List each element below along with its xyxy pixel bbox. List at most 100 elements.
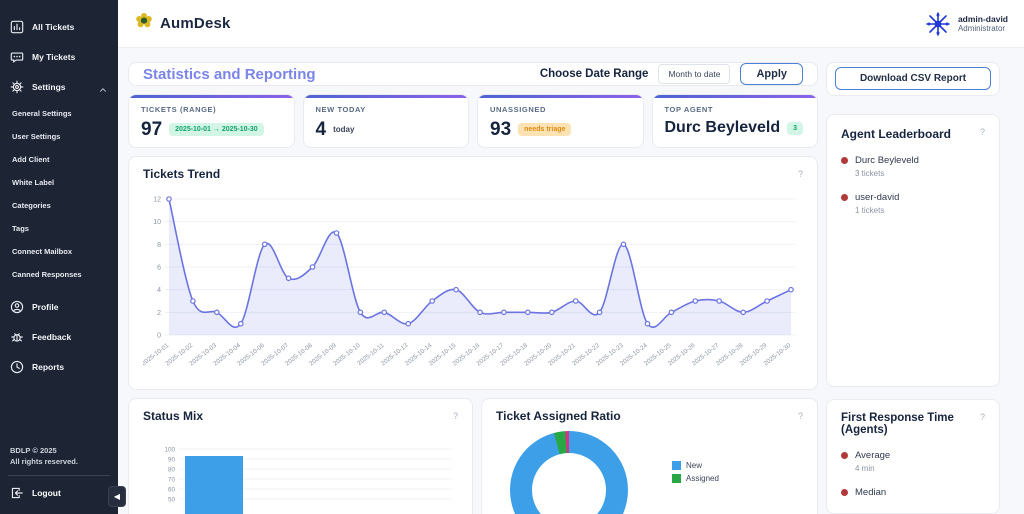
- stat-label: TICKETS (RANGE): [141, 105, 282, 114]
- user-name: admin-david: [958, 14, 1008, 24]
- download-card: Download CSV Report: [826, 62, 1000, 96]
- brand[interactable]: AumDesk: [134, 11, 231, 36]
- svg-text:6: 6: [157, 265, 161, 272]
- sidebar-item-reports[interactable]: Reports: [0, 352, 118, 382]
- tickets-trend-card: Tickets Trend ? 0246810122025-10-012025-…: [128, 156, 818, 390]
- user-role: Administrator: [958, 24, 1008, 33]
- leaderboard-item: Durc Beyleveld 3 tickets: [841, 155, 985, 178]
- help-icon[interactable]: ?: [798, 169, 803, 179]
- help-icon[interactable]: ?: [453, 411, 458, 421]
- logout-button[interactable]: Logout: [0, 476, 118, 514]
- logout-label: Logout: [32, 488, 61, 498]
- donut-legend: New Assigned: [672, 461, 719, 514]
- svg-text:0: 0: [157, 333, 161, 340]
- sidebar: All Tickets My Tickets Settings General …: [0, 0, 118, 514]
- stat-value: 4: [316, 120, 327, 139]
- sidebar-subitem-categories[interactable]: Categories: [0, 194, 118, 217]
- response-time-title: First Response Time (Agents): [841, 412, 985, 436]
- help-icon[interactable]: ?: [980, 127, 985, 137]
- sidebar-item-profile[interactable]: Profile: [0, 292, 118, 322]
- ticket-assigned-ratio-card: Ticket Assigned Ratio ? NewAssigned: [481, 398, 818, 514]
- bar-chart-svg: 1009080706050: [143, 435, 458, 514]
- app-root: All Tickets My Tickets Settings General …: [0, 0, 1024, 514]
- gear-icon: [10, 80, 24, 94]
- sidebar-item-label: Profile: [32, 302, 58, 312]
- sidebar-subitem-connect-mailbox[interactable]: Connect Mailbox: [0, 240, 118, 263]
- copyright-line: BDLP © 2025: [10, 445, 108, 456]
- svg-text:50: 50: [168, 497, 176, 504]
- metric-value: 4 min: [855, 464, 890, 473]
- sidebar-subitem-white-label[interactable]: White Label: [0, 171, 118, 194]
- stat-value: 93: [490, 120, 511, 139]
- chat-icon: [10, 50, 24, 64]
- sidebar-subitem-general-settings[interactable]: General Settings: [0, 102, 118, 125]
- agent-name: user-david: [855, 192, 899, 203]
- sidebar-item-label: Settings: [32, 82, 66, 92]
- stat-card-new-today: NEW TODAY 4 today: [303, 94, 470, 148]
- svg-text:2025-10-30: 2025-10-30: [763, 342, 793, 368]
- sidebar-subitem-user-settings[interactable]: User Settings: [0, 125, 118, 148]
- top-agent-count-badge: 3: [787, 122, 803, 135]
- sidebar-item-settings[interactable]: Settings: [0, 72, 118, 102]
- top-header: AumDesk admin-david Administrator: [118, 0, 1024, 48]
- person-icon: [10, 300, 24, 314]
- user-menu[interactable]: admin-david Administrator: [925, 11, 1008, 37]
- stat-cards-row: TICKETS (RANGE) 97 2025-10-01 → 2025-10-…: [128, 94, 818, 148]
- legend-item: New: [672, 461, 719, 470]
- sidebar-collapse-button[interactable]: ◀: [108, 486, 126, 507]
- stat-value: Durc Beyleveld: [665, 120, 781, 136]
- sidebar-item-all-tickets[interactable]: All Tickets: [0, 12, 118, 42]
- main-content: Statistics and Reporting Choose Date Ran…: [118, 48, 1024, 514]
- stat-label: TOP AGENT: [665, 105, 806, 114]
- avatar: [925, 11, 951, 37]
- svg-text:8: 8: [157, 242, 161, 249]
- sidebar-item-label: My Tickets: [32, 52, 75, 62]
- stats-toolbar: Statistics and Reporting Choose Date Ran…: [128, 62, 818, 86]
- page-title: Statistics and Reporting: [143, 66, 316, 83]
- brand-name: AumDesk: [160, 15, 231, 32]
- date-range-badge: 2025-10-01 → 2025-10-30: [169, 123, 264, 136]
- logout-icon: [10, 486, 24, 500]
- date-range-select[interactable]: Month to date: [658, 64, 730, 84]
- svg-text:80: 80: [168, 467, 176, 474]
- apply-button[interactable]: Apply: [740, 63, 803, 85]
- sidebar-item-label: All Tickets: [32, 22, 74, 32]
- svg-text:100: 100: [164, 447, 175, 454]
- svg-text:10: 10: [153, 219, 161, 226]
- needs-triage-badge: needs triage: [518, 123, 571, 136]
- sidebar-item-my-tickets[interactable]: My Tickets: [0, 42, 118, 72]
- date-range-label: Choose Date Range: [540, 68, 649, 80]
- sidebar-item-label: Feedback: [32, 332, 71, 342]
- sidebar-subitem-add-client[interactable]: Add Client: [0, 148, 118, 171]
- legend-swatch: [672, 461, 681, 470]
- help-icon[interactable]: ?: [980, 412, 985, 422]
- bullet-dot-icon: [841, 157, 848, 164]
- response-time-item: Median: [841, 487, 985, 501]
- svg-text:70: 70: [168, 477, 176, 484]
- clock-icon: [10, 360, 24, 374]
- bug-icon: [10, 330, 24, 344]
- bullet-dot-icon: [841, 452, 848, 459]
- donut-chart: [510, 431, 628, 514]
- sidebar-subitem-tags[interactable]: Tags: [0, 217, 118, 240]
- leaderboard-title: Agent Leaderboard: [841, 127, 985, 141]
- agent-name: Durc Beyleveld: [855, 155, 919, 166]
- sidebar-item-feedback[interactable]: Feedback: [0, 322, 118, 352]
- bullet-dot-icon: [841, 194, 848, 201]
- metric-name: Median: [855, 487, 886, 498]
- download-csv-button[interactable]: Download CSV Report: [835, 67, 991, 90]
- chart-title: Status Mix: [143, 409, 458, 423]
- sidebar-subitem-canned-responses[interactable]: Canned Responses: [0, 263, 118, 286]
- legend-swatch: [672, 474, 681, 483]
- stat-suffix: today: [333, 125, 354, 134]
- legend-item: Assigned: [672, 474, 719, 483]
- svg-text:90: 90: [168, 457, 176, 464]
- metric-name: Average: [855, 450, 890, 461]
- chart-title: Tickets Trend: [143, 167, 803, 181]
- response-time-item: Average 4 min: [841, 450, 985, 473]
- stat-label: UNASSIGNED: [490, 105, 631, 114]
- agent-leaderboard-card: Agent Leaderboard ? Durc Beyleveld 3 tic…: [826, 114, 1000, 387]
- help-icon[interactable]: ?: [798, 411, 803, 421]
- line-chart-svg: 0246810122025-10-012025-10-022025-10-032…: [143, 189, 803, 387]
- chevron-up-icon: [98, 82, 108, 92]
